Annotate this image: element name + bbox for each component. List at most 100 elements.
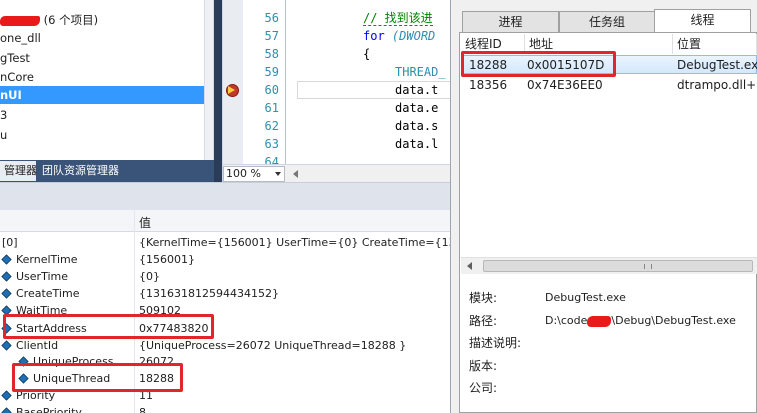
field-icon — [1, 407, 12, 413]
column-header-location[interactable]: 位置 — [673, 34, 757, 54]
zoom-value: 100 % — [226, 167, 261, 180]
watch-value: {UniqueProcess=26072 UniqueThread=18288 … — [139, 339, 407, 352]
code-line[interactable]: // 找到该进 — [363, 10, 433, 27]
code-line[interactable]: for (DWORD — [363, 28, 435, 45]
watch-row[interactable]: ClientId {UniqueProcess=26072 UniqueThre… — [0, 337, 450, 354]
solution-node[interactable]: (6 个项目) — [0, 11, 98, 29]
module-value: DebugTest.exe — [545, 291, 626, 304]
description-label: 描述说明: — [469, 336, 522, 350]
solution-scrollbar[interactable] — [204, 0, 213, 160]
project-node[interactable]: gTest — [0, 49, 30, 67]
project-label: 3 — [0, 108, 8, 122]
splitter[interactable] — [214, 0, 222, 182]
line-number: 62 — [264, 119, 279, 133]
project-label: gTest — [0, 51, 30, 65]
project-node[interactable]: u — [0, 126, 7, 144]
code-editor[interactable]: 56 57 58 59 60 61 62 63 64 // 找到该进 for (… — [222, 0, 450, 182]
code-text: { — [363, 47, 371, 61]
scroll-left-icon[interactable] — [467, 262, 472, 270]
path-value-end: \Debug\DebugTest.exe — [611, 314, 736, 327]
watch-value: {131631812594434152} — [139, 287, 279, 300]
field-icon — [1, 254, 12, 265]
field-icon — [1, 288, 12, 299]
project-node-selected[interactable]: nUI — [0, 86, 213, 104]
scroll-thumb[interactable] — [483, 260, 753, 272]
tab-threads[interactable]: 线程 — [654, 9, 751, 33]
line-number: 57 — [264, 29, 279, 43]
path-value-start: D:\code — [545, 314, 588, 327]
project-node[interactable]: one_dll — [0, 29, 41, 47]
tab-solution-explorer[interactable]: 管理器 — [0, 161, 37, 181]
watch-value: {156001} — [139, 253, 195, 266]
thread-id: 18356 — [469, 78, 508, 92]
watch-row[interactable]: CreateTime {131631812594434152} — [0, 285, 450, 302]
path-value: D:\code \Debug\DebugTest.exe — [545, 313, 736, 329]
thread-location: dtrampo.dll+0 — [677, 78, 757, 92]
code-text: data.e — [395, 101, 439, 115]
solution-explorer: (6 个项目) one_dll gTest nCore nUI 3 u — [0, 0, 214, 160]
highlight-thread-row — [461, 51, 616, 77]
thread-location: DebugTest.ex — [677, 58, 757, 72]
code-type: (DWORD — [391, 29, 436, 43]
current-statement-arrow-icon — [228, 86, 235, 94]
code-line[interactable]: data.t — [395, 82, 438, 99]
thread-row[interactable]: 18356 0x74E36EE0 dtrampo.dll+0 — [461, 76, 757, 95]
watch-toolbar — [0, 183, 450, 210]
code-line[interactable]: data.s — [395, 118, 438, 135]
watch-row[interactable]: [0] {KernelTime={156001} UserTime={0} Cr… — [0, 234, 450, 251]
code-line[interactable]: { — [363, 46, 370, 63]
watch-root-label: [0] — [2, 236, 18, 249]
outlining-margin[interactable] — [285, 0, 295, 164]
highlight-start-address — [3, 314, 214, 339]
tab-process[interactable]: 进程 — [462, 11, 559, 32]
grip-icon — [644, 264, 652, 269]
watch-name: UserTime — [16, 270, 68, 283]
tab-team-explorer[interactable]: 团队资源管理器 — [38, 161, 123, 181]
thread-list-hscrollbar[interactable] — [461, 257, 757, 274]
project-node[interactable]: 3 — [0, 106, 7, 124]
project-label: u — [0, 128, 8, 142]
editor-status-bar: 100 % — [223, 164, 450, 182]
watch-name: CreateTime — [16, 287, 80, 300]
code-line[interactable]: data.l — [395, 136, 438, 153]
zoom-select[interactable]: 100 % — [223, 166, 285, 182]
code-line[interactable]: THREAD_ — [395, 64, 446, 81]
project-node[interactable]: nCore — [0, 68, 34, 86]
line-number: 63 — [264, 137, 279, 151]
watch-value: {KernelTime={156001} UserTime={0} Create… — [139, 236, 450, 249]
highlight-unique-thread — [12, 363, 183, 392]
chevron-down-icon — [275, 172, 281, 176]
watch-row[interactable]: UserTime {0} — [0, 268, 450, 285]
watch-name: ClientId — [16, 339, 59, 352]
version-label: 版本: — [469, 359, 498, 373]
watch-name: BasePriority — [16, 406, 82, 413]
solution-node-label: (6 个项目) — [43, 13, 99, 27]
watch-value: {0} — [139, 270, 160, 283]
code-type: THREAD_ — [395, 65, 446, 79]
line-number: 58 — [264, 47, 279, 61]
code-keyword: for — [363, 29, 385, 43]
path-label: 路径: — [469, 314, 498, 328]
code-line[interactable]: data.e — [395, 100, 438, 117]
value-column-header[interactable]: 值 — [139, 214, 151, 231]
redaction-mark — [587, 315, 612, 327]
watch-value: 8 — [139, 406, 146, 413]
watch-row[interactable]: KernelTime {156001} — [0, 251, 450, 268]
code-text: data.s — [395, 119, 439, 133]
project-label: nCore — [0, 70, 34, 84]
company-label: 公司: — [469, 381, 498, 395]
watch-header — [0, 210, 450, 232]
tab-task-group[interactable]: 任务组 — [559, 11, 655, 32]
watch-name: KernelTime — [16, 253, 78, 266]
field-icon — [1, 390, 12, 401]
scroll-left-icon[interactable] — [293, 170, 298, 178]
line-number: 56 — [264, 11, 279, 25]
redaction-mark — [0, 15, 40, 26]
code-text: data.l — [395, 137, 439, 151]
tool-pane-tabs: 管理器 团队资源管理器 — [0, 160, 214, 182]
module-label: 模块: — [469, 291, 498, 305]
project-label: one_dll — [0, 31, 41, 45]
indicator-margin[interactable] — [223, 0, 243, 164]
project-label: nUI — [0, 88, 22, 102]
watch-row[interactable]: BasePriority 8 — [0, 404, 450, 413]
